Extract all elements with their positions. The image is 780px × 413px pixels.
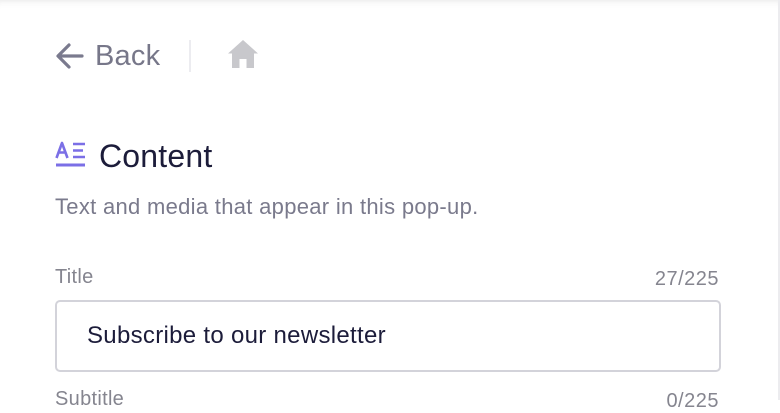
title-input[interactable]: [55, 300, 721, 372]
text-content-icon: [55, 140, 87, 173]
title-field-label: Title: [55, 266, 94, 288]
section-title: Content: [99, 138, 213, 174]
back-label: Back: [95, 39, 161, 72]
top-navigation: Back: [55, 34, 259, 78]
section-header: Content: [55, 138, 212, 175]
home-icon: [227, 39, 259, 74]
section-description: Text and media that appear in this pop-u…: [55, 194, 479, 219]
title-character-count: 27/225: [654, 268, 719, 290]
home-button[interactable]: [227, 39, 259, 74]
arrow-left-icon: [55, 41, 85, 71]
back-button[interactable]: Back: [55, 40, 160, 73]
nav-divider: [189, 40, 192, 72]
subtitle-character-count: 0/225: [666, 390, 719, 412]
content-editor-panel: Back Content Text and media that appear …: [0, 0, 780, 412]
